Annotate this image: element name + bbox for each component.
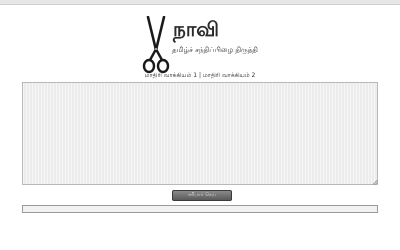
resize-grip-icon[interactable]: [372, 179, 378, 185]
text-input-area[interactable]: [22, 82, 378, 185]
top-bar: [0, 0, 400, 5]
app-tagline: தமிழ்ச் சந்திப்பிழை திருத்தி: [172, 46, 258, 54]
result-output-box: [22, 205, 378, 213]
check-button[interactable]: சரிபார் செய்: [172, 190, 232, 201]
scissors-icon: [142, 16, 170, 74]
example-sentences-label: மாதிரி வாக்கியம் 1 | மாதிரி வாக்கியம் 2: [144, 72, 256, 79]
app-title: நாவி: [173, 17, 220, 41]
